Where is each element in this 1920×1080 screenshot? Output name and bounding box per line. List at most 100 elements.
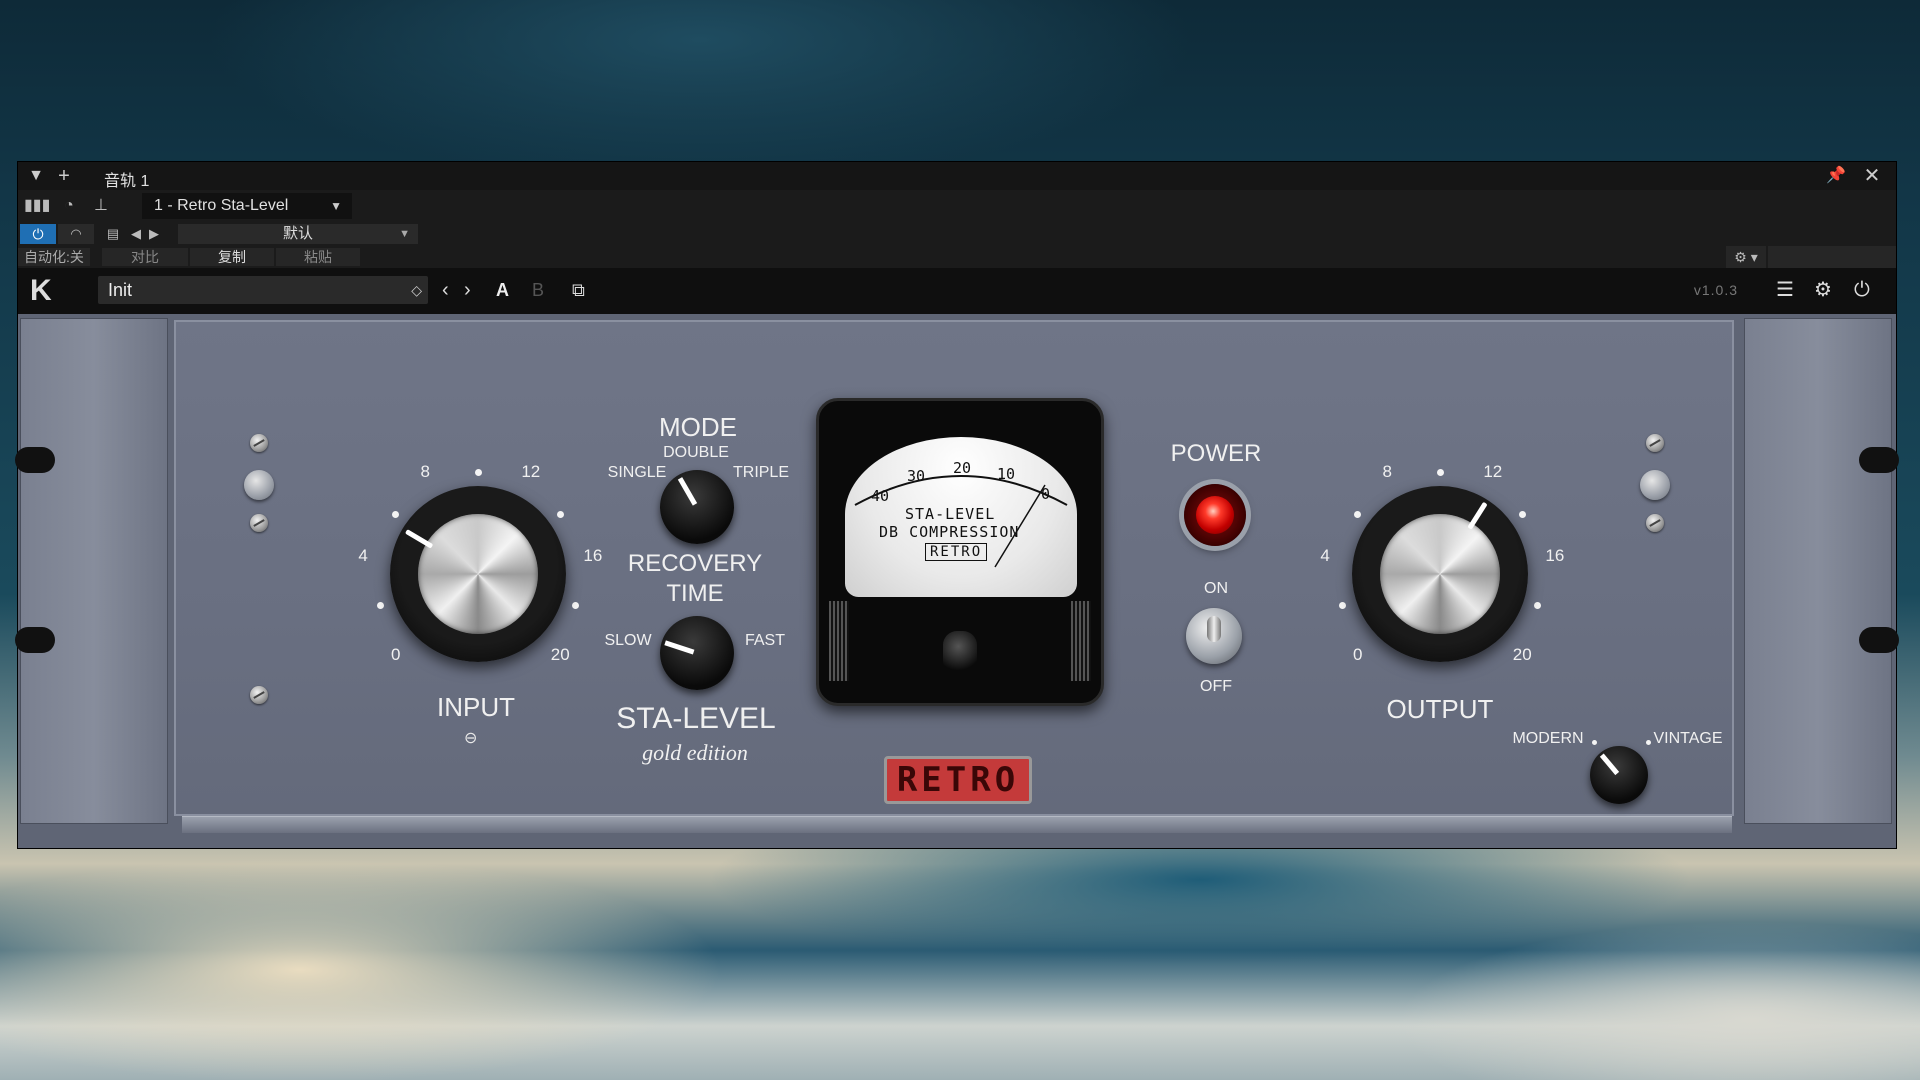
scale-tick bbox=[1519, 510, 1527, 518]
headphones-icon[interactable]: ◠ bbox=[58, 224, 94, 244]
rack-ear-right bbox=[1744, 318, 1899, 824]
power-lamp bbox=[1184, 484, 1246, 546]
mode-option-single[interactable]: SINGLE bbox=[602, 464, 672, 482]
output-label: OUTPUT bbox=[1386, 694, 1494, 724]
preset-name: Init bbox=[108, 280, 133, 300]
device-select[interactable]: 1 - Retro Sta-Level ▼ bbox=[142, 193, 352, 219]
scale-tick bbox=[1436, 468, 1444, 476]
scale-tick bbox=[474, 468, 482, 476]
power-toggle[interactable] bbox=[1186, 608, 1242, 664]
compare-button[interactable]: 对比 bbox=[102, 248, 188, 266]
pin-icon[interactable]: 📌 bbox=[1826, 166, 1846, 186]
arrow-left-icon[interactable]: ‹ bbox=[442, 278, 449, 302]
screw bbox=[250, 514, 268, 532]
power-icon[interactable]: ⏻ bbox=[20, 224, 56, 244]
scale-label: 12 bbox=[1483, 462, 1503, 482]
knob-cap bbox=[418, 514, 538, 634]
scale-label: 4 bbox=[1320, 546, 1330, 566]
scale-label: 4 bbox=[358, 546, 368, 566]
character-knob[interactable] bbox=[1590, 746, 1648, 804]
meter-scale-30: 30 bbox=[907, 467, 926, 485]
mode-knob[interactable] bbox=[660, 470, 734, 544]
scale-label: 16 bbox=[1545, 546, 1565, 566]
gear-icon[interactable]: ⚙ ▾ bbox=[1726, 246, 1766, 268]
link-icon[interactable]: ⊖ bbox=[464, 728, 477, 748]
chevron-down-icon[interactable]: ▼ bbox=[26, 166, 46, 186]
preset-dropdown-label: 默认 bbox=[282, 225, 313, 242]
chevron-down-icon: ▼ bbox=[330, 199, 342, 213]
knob-pointer bbox=[1599, 753, 1620, 776]
gear-icon[interactable]: ⚙ bbox=[1814, 278, 1832, 302]
globe-icon[interactable]: ◔ bbox=[58, 196, 80, 216]
meter-grille-right bbox=[1071, 601, 1091, 681]
preset-name-field[interactable]: Init ◇ bbox=[98, 276, 428, 304]
recovery-knob[interactable] bbox=[660, 616, 734, 690]
rack-slot bbox=[1859, 627, 1899, 653]
brand-edition: gold edition bbox=[642, 740, 748, 765]
recovery-max-label: FAST bbox=[744, 632, 785, 649]
close-icon[interactable]: ✕ bbox=[1862, 166, 1882, 186]
track-title: 音轨 1 bbox=[104, 173, 150, 190]
bars-icon[interactable]: ▮▮▮ bbox=[24, 196, 50, 216]
output-knob[interactable] bbox=[1352, 486, 1528, 662]
scale-label: 8 bbox=[1382, 462, 1392, 482]
power-label: POWER bbox=[1170, 440, 1262, 467]
retro-logo-badge: RETRO bbox=[884, 756, 1032, 804]
lamp-glass bbox=[1196, 496, 1234, 534]
toolbar-spacer bbox=[1768, 246, 1896, 268]
power-off-label: OFF bbox=[1200, 678, 1232, 695]
arrow-right-icon[interactable]: ▶ bbox=[146, 224, 162, 244]
scale-label: 20 bbox=[550, 644, 570, 664]
device-select-label: 1 - Retro Sta-Level bbox=[154, 197, 289, 214]
scale-label: 8 bbox=[420, 462, 430, 482]
character-right-label: VINTAGE bbox=[1653, 730, 1723, 747]
vu-meter: 40 30 20 10 0 STA-LEVEL DB COMPRESSION R… bbox=[816, 398, 1104, 706]
knob-pointer bbox=[664, 640, 695, 655]
right-trim-knob[interactable] bbox=[1640, 470, 1670, 500]
copy-button[interactable]: 复制 bbox=[190, 248, 274, 266]
power-icon[interactable]: ⏻ bbox=[1854, 278, 1870, 302]
ab-b-button[interactable]: B bbox=[532, 278, 544, 302]
preset-dropdown[interactable]: 默认 ▼ bbox=[178, 224, 418, 244]
paste-button[interactable]: 粘贴 bbox=[276, 248, 360, 266]
ab-a-button[interactable]: A bbox=[496, 278, 509, 302]
arrow-left-icon[interactable]: ◀ bbox=[128, 224, 144, 244]
updown-icon[interactable]: ◇ bbox=[411, 276, 422, 304]
panel-hinge bbox=[182, 816, 1732, 833]
knob-pointer bbox=[1467, 501, 1488, 530]
meter-face: 40 30 20 10 0 STA-LEVEL DB COMPRESSION R… bbox=[845, 437, 1077, 597]
character-left-label: MODERN bbox=[1512, 730, 1584, 747]
scale-tick bbox=[557, 510, 565, 518]
desktop-background-bottom bbox=[0, 820, 1920, 1080]
mode-option-triple[interactable]: TRIPLE bbox=[726, 464, 796, 482]
meter-scale-20: 20 bbox=[953, 459, 972, 477]
version-label: v1.0.3 bbox=[1693, 282, 1738, 298]
left-trim-knob[interactable] bbox=[244, 470, 274, 500]
meter-scale-0: 0 bbox=[1041, 485, 1051, 503]
knob-pointer bbox=[677, 477, 698, 506]
doc-icon[interactable]: ▤ bbox=[102, 224, 124, 244]
screw bbox=[1646, 514, 1664, 532]
input-knob[interactable] bbox=[390, 486, 566, 662]
device-row: ▮▮▮ ◔ ⊥ 1 - Retro Sta-Level ▼ bbox=[18, 190, 1896, 222]
rack-slot bbox=[15, 627, 55, 653]
scale-label: 0 bbox=[391, 644, 401, 664]
chevron-down-icon: ▼ bbox=[399, 228, 410, 240]
scale-tick bbox=[571, 602, 579, 610]
sliders-icon[interactable]: ☰ bbox=[1776, 278, 1794, 302]
copy-icon[interactable]: ⧉ bbox=[572, 278, 585, 302]
meter-line1: STA-LEVEL bbox=[905, 505, 996, 523]
meter-scale-40: 40 bbox=[871, 487, 890, 505]
arrow-right-icon[interactable]: › bbox=[464, 278, 471, 302]
scale-label: 0 bbox=[1353, 644, 1363, 664]
mode-option-double[interactable]: DOUBLE bbox=[646, 444, 746, 462]
knob-cap bbox=[1380, 514, 1500, 634]
automation-button[interactable]: 自动化:关 bbox=[18, 248, 90, 266]
meter-zero-knob[interactable] bbox=[943, 631, 977, 675]
window-titlebar: ▼ + 音轨 1 📌 ✕ bbox=[18, 162, 1896, 190]
routing-icon[interactable]: ⊥ bbox=[90, 196, 112, 216]
k-logo-icon: K bbox=[30, 274, 52, 307]
mode-label: MODE bbox=[659, 412, 737, 442]
scale-tick bbox=[1353, 510, 1361, 518]
plus-icon[interactable]: + bbox=[54, 166, 74, 186]
